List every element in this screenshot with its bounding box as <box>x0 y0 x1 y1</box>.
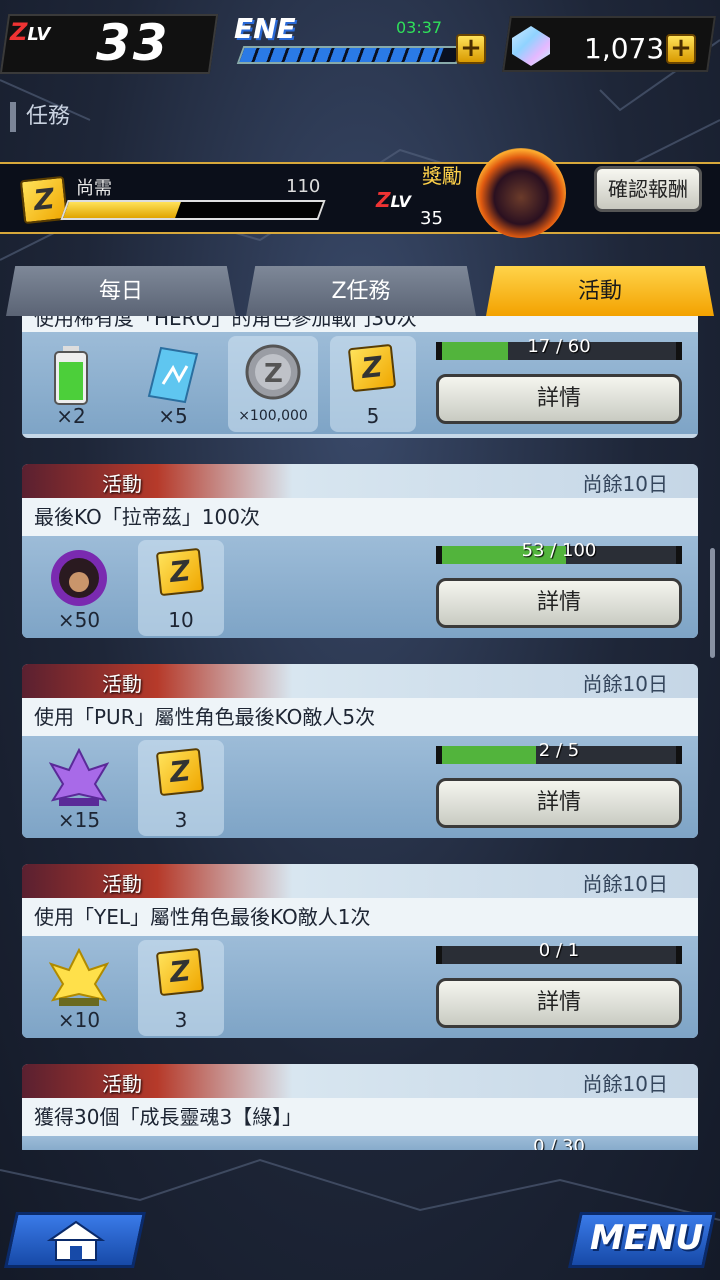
reward-item: Z ×100,000 <box>228 336 318 432</box>
detail-button[interactable]: 詳情 <box>436 578 682 628</box>
item-quantity: 5 <box>366 404 380 428</box>
yellow-soul-icon <box>49 948 109 1006</box>
reward-item: Z 10 <box>138 540 224 636</box>
z-badge-icon: Z <box>155 947 205 997</box>
detail-button[interactable]: 詳情 <box>436 374 682 424</box>
reward-item: ×15 <box>36 740 122 836</box>
mission-card: 活動 尚餘10日 最後KO「拉帝茲」100次 ×50 Z 10 53 / 100… <box>22 464 698 638</box>
item-quantity: 3 <box>174 808 188 832</box>
reward-item: ×2 <box>28 336 114 432</box>
z-badge-icon: Z <box>347 343 397 393</box>
event-tag: 活動 <box>102 672 142 696</box>
item-quantity: ×5 <box>158 404 188 428</box>
reward-item: Z 3 <box>138 740 224 836</box>
zeni-coin-icon: Z <box>245 344 301 400</box>
detail-button[interactable]: 詳情 <box>436 778 682 828</box>
mission-card: 活動 尚餘10日 使用「PUR」屬性角色最後KO敵人5次 ×15 Z 3 2 /… <box>22 664 698 838</box>
mission-rewards: 0 / 30 <box>22 1136 698 1150</box>
tab-events[interactable]: 活動 <box>486 266 714 316</box>
menu-label: MENU <box>590 1218 704 1258</box>
time-remaining: 尚餘10日 <box>582 872 668 896</box>
detail-button[interactable]: 詳情 <box>436 978 682 1028</box>
gem-count: 1,073 <box>584 32 665 65</box>
time-remaining: 尚餘10日 <box>582 672 668 696</box>
reward-item: Z 3 <box>138 940 224 1036</box>
mission-progress-text: 17 / 60 <box>527 336 591 357</box>
zlv-label: ZLV <box>10 18 51 46</box>
character-medal-icon <box>51 550 107 606</box>
reward-zlv-value: 35 <box>420 208 443 229</box>
event-tag: 活動 <box>102 1072 142 1096</box>
confirm-reward-button[interactable]: 確認報酬 <box>594 166 702 212</box>
reward-item: Z 5 <box>330 336 416 432</box>
mission-title: 使用稀有度「HERO」的角色參加戰鬥30次 <box>22 316 698 332</box>
mission-header: 活動 尚餘10日 <box>22 664 698 698</box>
need-progress-bar <box>60 200 326 220</box>
tab-daily[interactable]: 每日 <box>6 266 236 316</box>
home-icon <box>46 1220 106 1261</box>
energy-label: ENE <box>234 12 296 45</box>
item-quantity: 3 <box>174 1008 188 1032</box>
item-quantity: 10 <box>168 608 194 632</box>
mission-header: 活動 尚餘10日 <box>22 864 698 898</box>
mission-rewards: ×15 Z 3 2 / 5 詳情 <box>22 736 698 838</box>
zlv-value: 33 <box>96 14 170 72</box>
mission-card: 活動 尚餘10日 獲得30個「成長靈魂3【綠】」 0 / 30 <box>22 1064 698 1150</box>
mission-header: 活動 尚餘10日 <box>22 1064 698 1098</box>
svg-text:Z: Z <box>264 359 283 389</box>
reward-item: ×10 <box>36 940 122 1036</box>
time-remaining: 尚餘10日 <box>582 1072 668 1096</box>
need-value: 110 <box>286 176 321 197</box>
mission-card: 活動 尚餘10日 使用「YEL」屬性角色最後KO敵人1次 ×10 Z 3 0 /… <box>22 864 698 1038</box>
mission-rewards: ×10 Z 3 0 / 1 詳情 <box>22 936 698 1038</box>
mission-title: 使用「PUR」屬性角色最後KO敵人5次 <box>22 698 698 736</box>
z-badge-icon: Z <box>155 547 205 597</box>
energy-panel: ENE 03:37 <box>230 8 492 68</box>
energy-bar <box>236 46 464 64</box>
energy-timer: 03:37 <box>396 18 443 37</box>
event-tag: 活動 <box>102 472 142 496</box>
energy-bar-fill <box>239 48 444 62</box>
mission-progress-text: 2 / 5 <box>538 740 580 761</box>
mission-title: 最後KO「拉帝茲」100次 <box>22 498 698 536</box>
reward-item: ×5 <box>130 336 216 432</box>
reward-label: 獎勵 <box>422 164 462 188</box>
need-label: 尚需 <box>76 178 112 199</box>
reward-item: ×50 <box>36 540 122 636</box>
reward-character-portrait <box>476 148 566 238</box>
status-bar: ZLV 33 ENE 03:37 + 1,073 + <box>0 0 720 86</box>
mission-progress-text: 53 / 100 <box>521 540 597 561</box>
battery-icon <box>54 346 88 405</box>
need-progress-fill <box>63 202 181 218</box>
gem-plus-button[interactable]: + <box>666 34 696 64</box>
mission-list[interactable]: 使用稀有度「HERO」的角色參加戰鬥30次 ×2 ×5 Z ×100,000 Z… <box>22 316 698 1150</box>
z-badge-icon: Z <box>155 747 205 797</box>
mission-title: 獲得30個「成長靈魂3【綠】」 <box>22 1098 698 1136</box>
page-title: 任務 <box>10 102 70 132</box>
ticket-icon <box>147 346 199 404</box>
mission-progress-text: 0 / 30 <box>533 1136 585 1150</box>
mission-tabs: 每日 Z任務 活動 <box>6 266 714 316</box>
tab-z-missions[interactable]: Z任務 <box>246 266 476 316</box>
mission-header: 活動 尚餘10日 <box>22 464 698 498</box>
item-quantity: ×50 <box>57 608 101 632</box>
mission-title: 使用「YEL」屬性角色最後KO敵人1次 <box>22 898 698 936</box>
energy-plus-button[interactable]: + <box>456 34 486 64</box>
mission-progress-text: 0 / 1 <box>538 940 580 961</box>
event-tag: 活動 <box>102 872 142 896</box>
item-quantity: ×100,000 <box>238 408 308 424</box>
mission-card: 使用稀有度「HERO」的角色參加戰鬥30次 ×2 ×5 Z ×100,000 Z… <box>22 316 698 438</box>
purple-soul-icon <box>49 748 109 806</box>
mission-rewards: ×50 Z 10 53 / 100 詳情 <box>22 536 698 638</box>
item-quantity: ×2 <box>56 404 86 428</box>
mission-rewards: ×2 ×5 Z ×100,000 Z 5 17 / 60 詳情 <box>22 332 698 434</box>
reward-zlv-label: ZLV <box>376 188 411 212</box>
item-quantity: ×15 <box>57 808 101 832</box>
list-scrollbar[interactable] <box>710 548 715 658</box>
item-quantity: ×10 <box>57 1008 101 1032</box>
time-remaining: 尚餘10日 <box>582 472 668 496</box>
